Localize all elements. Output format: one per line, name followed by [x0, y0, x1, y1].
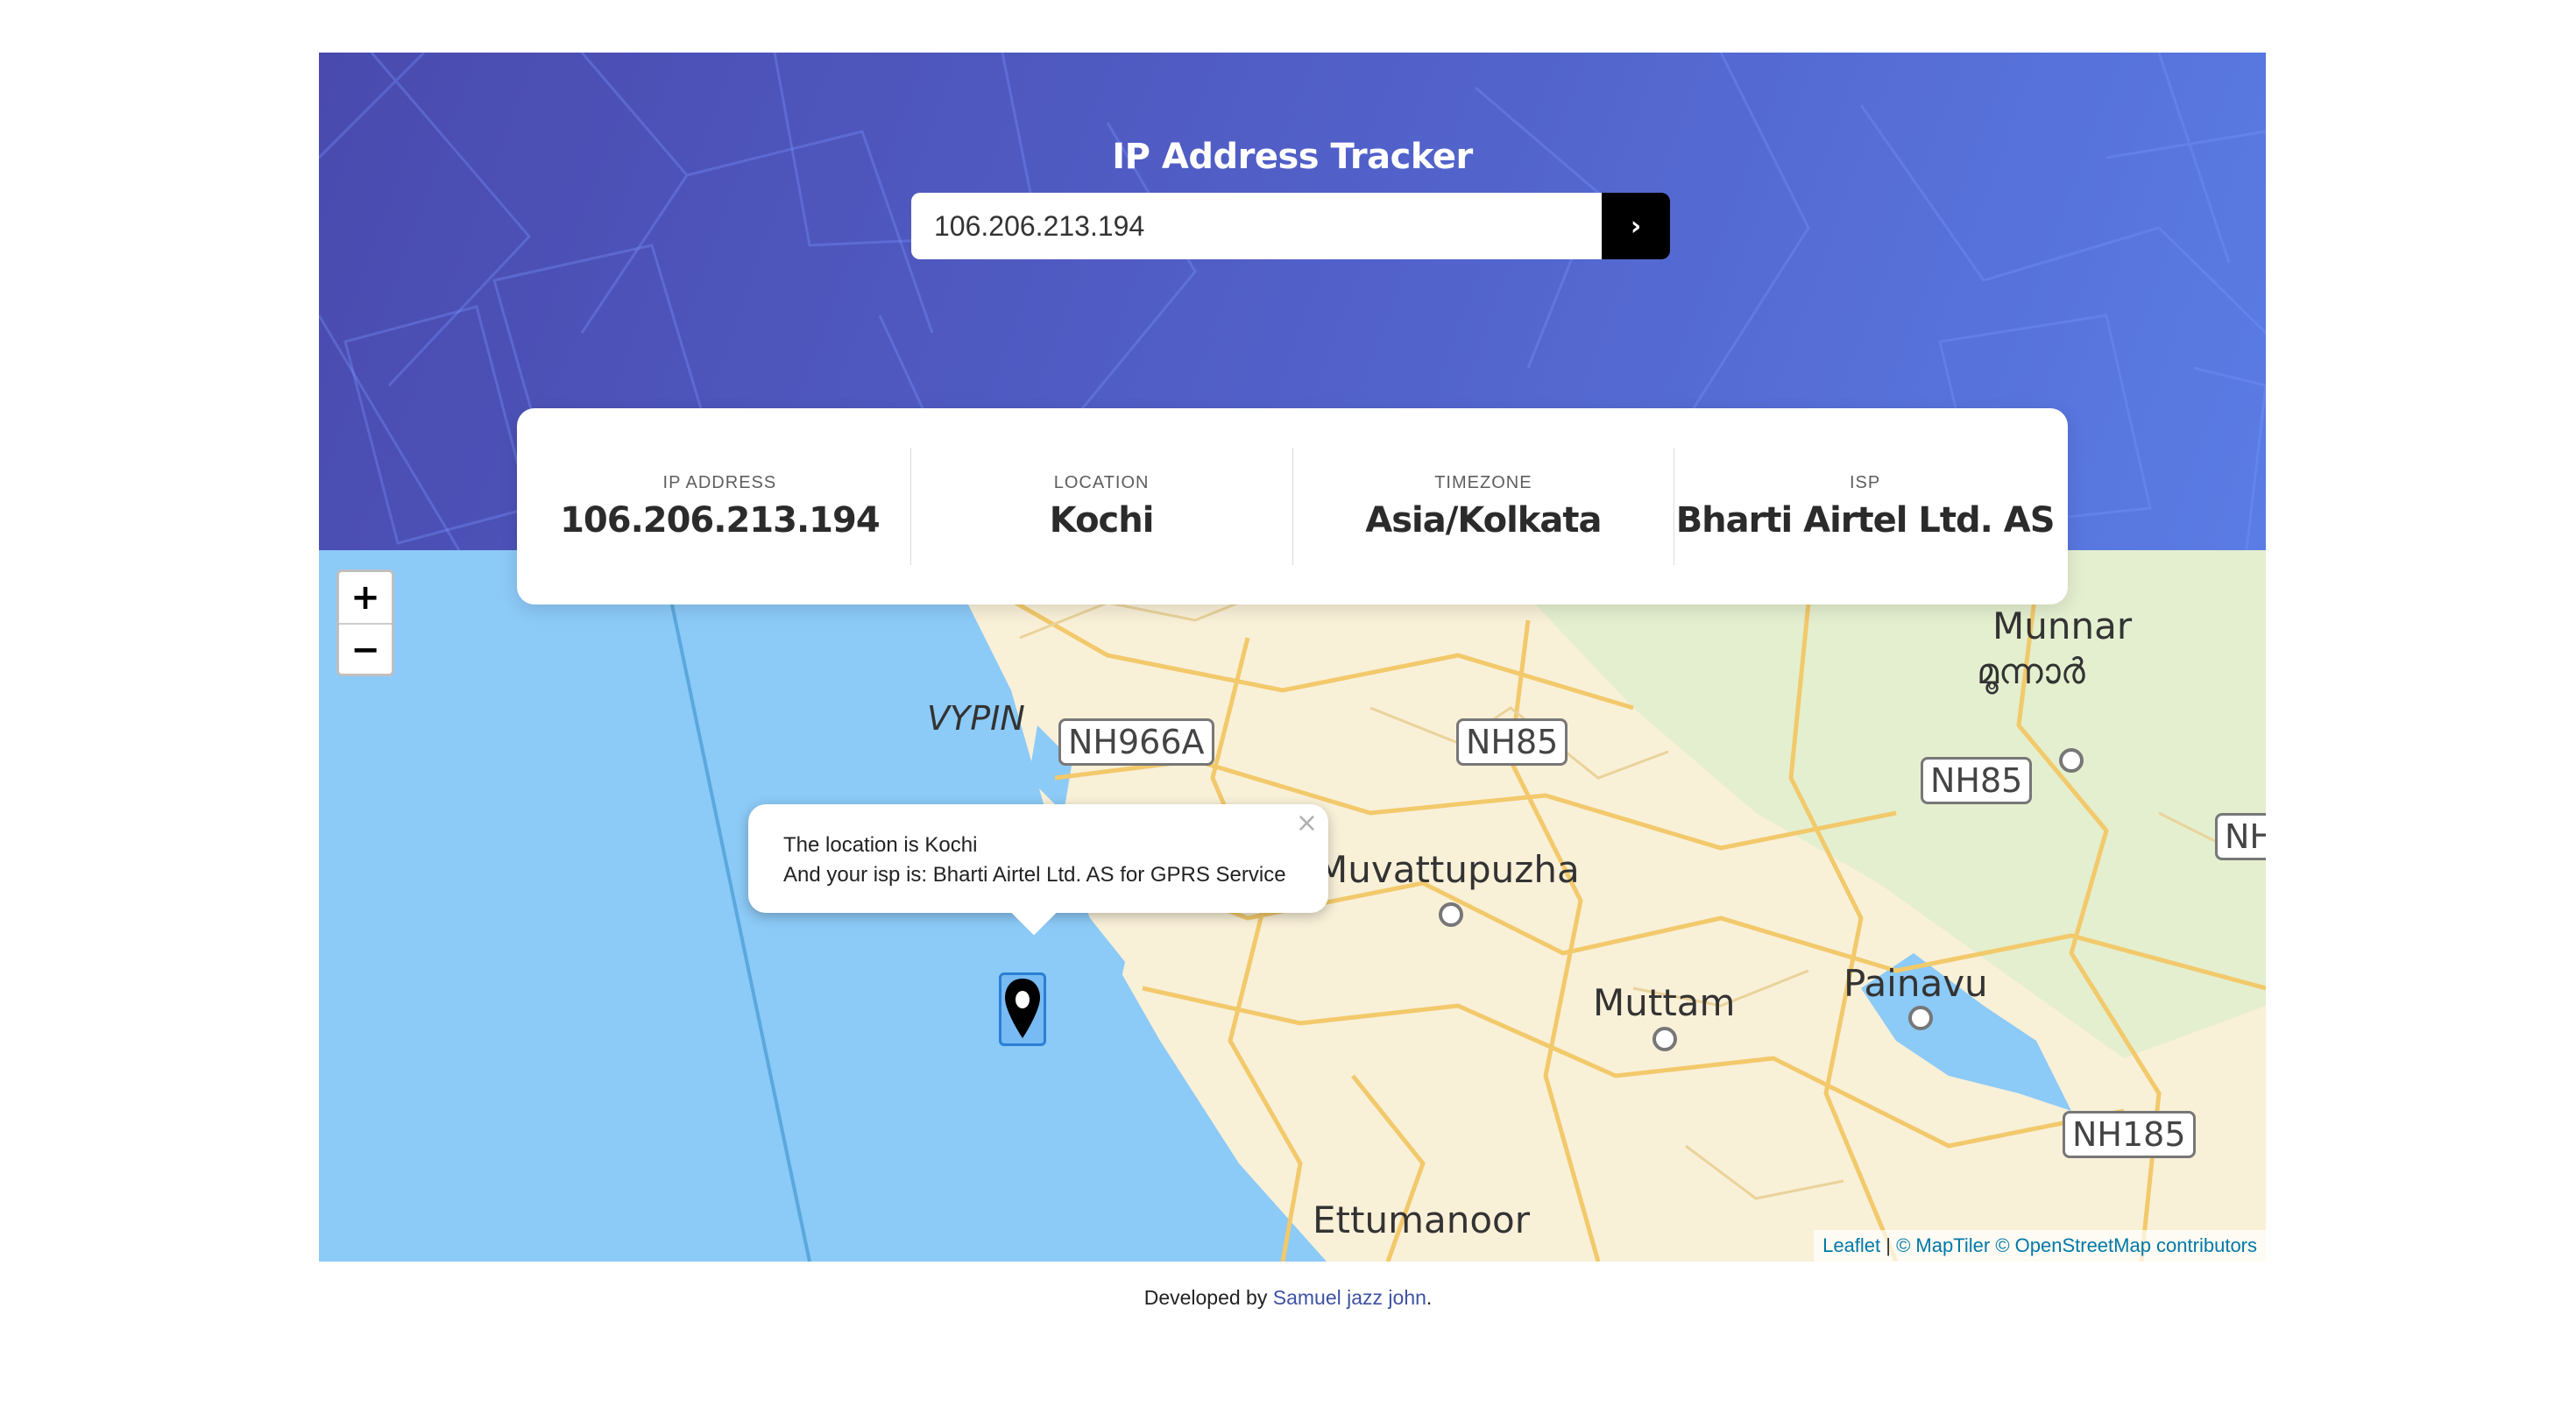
town-dot-munnar [2059, 748, 2084, 773]
zoom-in-button[interactable]: + [339, 572, 392, 623]
map-label-vypin: VYPIN [927, 699, 1025, 738]
road-badge-nh966a: NH966A [1058, 718, 1214, 766]
app: IP Address Tracker › [319, 53, 2266, 1262]
osm-link[interactable]: © OpenStreetMap contributors [1995, 1234, 2257, 1256]
location-popup: × The location is Kochi And your isp is:… [748, 804, 1328, 913]
map-label-muttam: Muttam [1593, 981, 1736, 1024]
chevron-right-icon: › [1630, 210, 1642, 242]
footer-suffix: . [1426, 1286, 1433, 1309]
ip-search-input[interactable] [911, 193, 1602, 259]
map-label-painavu: Painavu [1844, 962, 1988, 1005]
location-marker[interactable] [999, 972, 1046, 1046]
popup-isp-text: And your isp is: Bharti Airtel Ltd. AS f… [783, 863, 1286, 887]
ip-info-card: IP ADDRESS 106.206.213.194 LOCATION Koch… [517, 408, 2068, 604]
town-dot-muttam [1652, 1027, 1677, 1051]
app-title: IP Address Tracker [1112, 137, 1473, 177]
info-timezone: TIMEZONE Asia/Kolkata [1293, 448, 1675, 565]
ip-search-form: › [911, 193, 1670, 259]
info-value: Asia/Kolkata [1365, 499, 1602, 541]
town-dot-painavu [1908, 1006, 1933, 1030]
map-label-ettumanoor: Ettumanoor [1313, 1198, 1531, 1241]
footer: Developed by Samuel jazz john. [0, 1286, 2576, 1310]
zoom-control: + − [336, 569, 394, 676]
popup-location-text: The location is Kochi [783, 833, 978, 857]
map[interactable]: + − Munnar മൂന്നാർ VYPIN Muvattupuzha Mu… [319, 550, 2266, 1262]
map-pin-icon [1005, 979, 1040, 1038]
search-submit-button[interactable]: › [1602, 193, 1670, 259]
footer-prefix: Developed by [1143, 1286, 1273, 1309]
info-label: IP ADDRESS [662, 472, 777, 492]
road-badge-nh185: NH185 [2063, 1111, 2196, 1158]
info-label: ISP [1850, 472, 1881, 492]
info-location: LOCATION Kochi [911, 448, 1293, 565]
info-value: Kochi [1049, 499, 1155, 541]
author-link[interactable]: Samuel jazz john [1273, 1286, 1426, 1309]
info-isp: ISP Bharti Airtel Ltd. AS [1674, 448, 2056, 565]
leaflet-link[interactable]: Leaflet [1822, 1234, 1880, 1256]
info-label: LOCATION [1053, 472, 1150, 492]
info-label: TIMEZONE [1434, 472, 1532, 492]
zoom-out-button[interactable]: − [339, 623, 392, 674]
map-attribution: Leaflet | © MapTiler © OpenStreetMap con… [1814, 1230, 2266, 1262]
info-value: Bharti Airtel Ltd. AS [1675, 499, 2056, 541]
town-dot-muvattupuzha [1439, 902, 1463, 927]
road-badge-nh-edge: NH [2215, 813, 2266, 860]
road-badge-nh85-east: NH85 [1921, 757, 2033, 804]
map-label-munnar-malayalam: മൂന്നാർ [1977, 652, 2085, 692]
info-ip-address: IP ADDRESS 106.206.213.194 [529, 448, 911, 565]
popup-close-button[interactable]: × [1296, 808, 1318, 838]
road-badge-nh85: NH85 [1456, 718, 1568, 766]
attribution-separator: | [1880, 1234, 1897, 1256]
maptiler-link[interactable]: © MapTiler [1896, 1234, 1990, 1256]
map-label-munnar: Munnar [1992, 604, 2133, 647]
map-label-muvattupuzha: Muvattupuzha [1316, 848, 1580, 891]
info-value: 106.206.213.194 [560, 499, 881, 541]
